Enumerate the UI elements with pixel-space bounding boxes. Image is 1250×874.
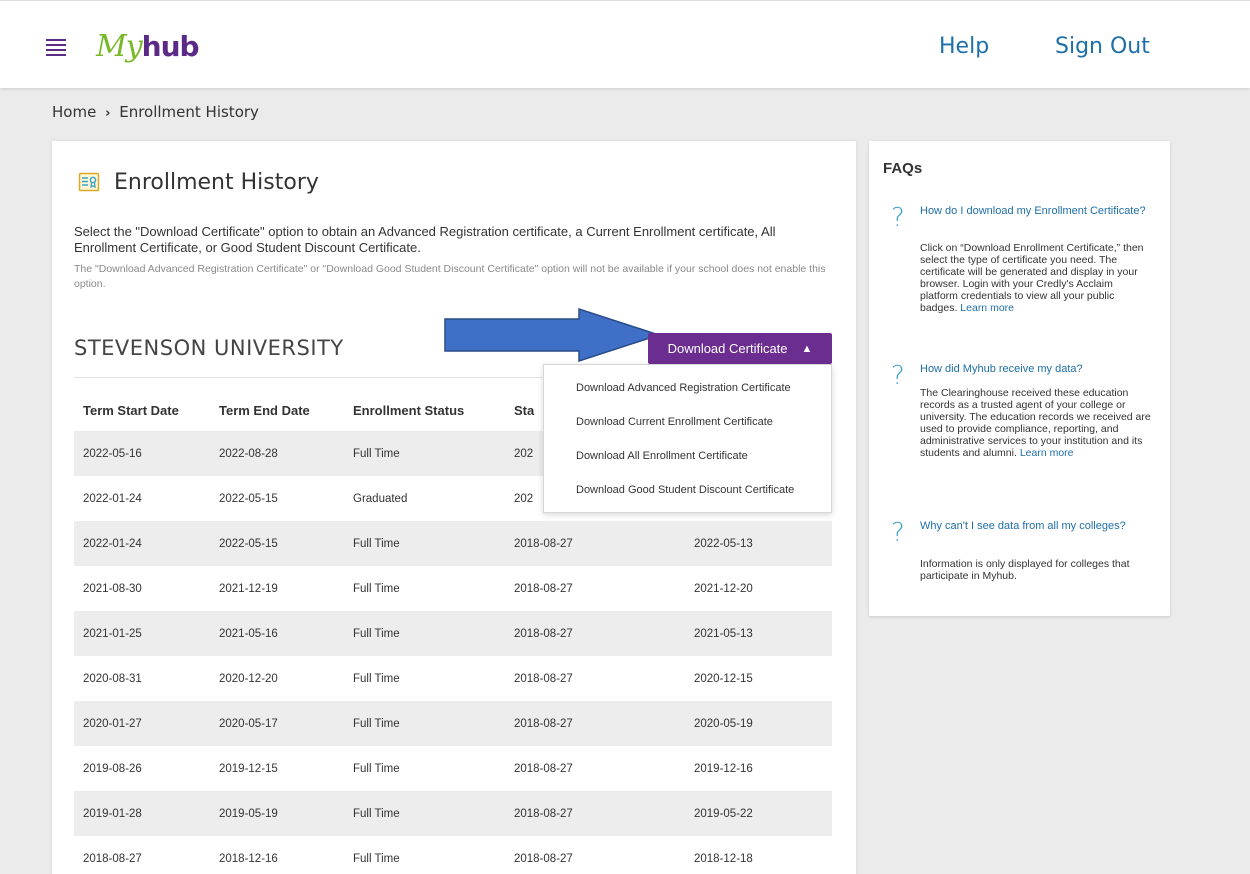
cell-status-end: 2020-12-15 xyxy=(694,672,753,685)
table-row: 2019-01-28 2019-05-19 Full Time 2018-08-… xyxy=(74,791,832,836)
column-header-term-end[interactable]: Term End Date xyxy=(219,403,353,418)
cell-term-end: 2021-05-16 xyxy=(219,627,278,640)
cell-enrollment-status: Graduated xyxy=(353,492,408,505)
menu-item-good-student-discount[interactable]: Download Good Student Discount Certifica… xyxy=(544,473,831,507)
menu-item-advanced-registration[interactable]: Download Advanced Registration Certifica… xyxy=(544,371,831,405)
logo-hub-text: hub xyxy=(141,30,200,63)
faq-answer: The Clearinghouse received these educati… xyxy=(920,387,1152,459)
cell-enrollment-status: Full Time xyxy=(353,537,400,550)
cell-term-end: 2021-12-19 xyxy=(219,582,278,595)
question-mark-icon: ? xyxy=(891,361,905,391)
cell-status-start: 2018-08-27 xyxy=(514,627,573,640)
table-row: 2021-01-25 2021-05-16 Full Time 2018-08-… xyxy=(74,611,832,656)
top-header: Myhub Help Sign Out xyxy=(0,0,1250,88)
cell-enrollment-status: Full Time xyxy=(353,627,400,640)
table-row: 2020-08-31 2020-12-20 Full Time 2018-08-… xyxy=(74,656,832,701)
cell-status-end: 2019-12-16 xyxy=(694,762,753,775)
cell-status-end: 2019-05-22 xyxy=(694,807,753,820)
cell-status-start: 2018-08-27 xyxy=(514,807,573,820)
cell-term-start: 2022-01-24 xyxy=(83,537,142,550)
document-certificate-icon xyxy=(78,172,100,191)
cell-term-start: 2019-08-26 xyxy=(83,762,142,775)
right-arrow-icon xyxy=(444,308,662,362)
chevron-up-icon: ▲ xyxy=(801,342,813,355)
myhub-logo[interactable]: Myhub xyxy=(96,29,200,69)
cell-enrollment-status: Full Time xyxy=(353,852,400,865)
cell-status-end: 2021-05-13 xyxy=(694,627,753,640)
cell-term-start: 2018-08-27 xyxy=(83,852,142,865)
cell-enrollment-status: Full Time xyxy=(353,582,400,595)
sign-out-link[interactable]: Sign Out xyxy=(1055,34,1150,59)
faq-title: FAQs xyxy=(883,160,923,177)
faq-answer: Click on “Download Enrollment Certificat… xyxy=(920,242,1152,314)
cell-status-start: 2018-08-27 xyxy=(514,852,573,865)
cell-term-end: 2022-05-15 xyxy=(219,537,278,550)
faq-panel: FAQs ? How do I download my Enrollment C… xyxy=(869,141,1170,616)
download-certificate-button[interactable]: Download Certificate ▲ xyxy=(648,333,832,364)
cell-status-end: 2020-05-19 xyxy=(694,717,753,730)
page-title: Enrollment History xyxy=(114,170,319,195)
cell-term-start: 2021-01-25 xyxy=(83,627,142,640)
cell-term-end: 2018-12-16 xyxy=(219,852,278,865)
help-link[interactable]: Help xyxy=(939,34,989,59)
cell-term-start: 2020-08-31 xyxy=(83,672,142,685)
certificate-dropdown-menu: Download Advanced Registration Certifica… xyxy=(543,364,832,513)
cell-term-start: 2020-01-27 xyxy=(83,717,142,730)
cell-status-start: 2018-08-27 xyxy=(514,762,573,775)
breadcrumb: Home › Enrollment History xyxy=(52,103,259,121)
cell-term-end: 2020-05-17 xyxy=(219,717,278,730)
menu-item-current-enrollment[interactable]: Download Current Enrollment Certificate xyxy=(544,405,831,439)
cell-enrollment-status: Full Time xyxy=(353,807,400,820)
table-row: 2021-08-30 2021-12-19 Full Time 2018-08-… xyxy=(74,566,832,611)
breadcrumb-home[interactable]: Home xyxy=(52,103,96,121)
availability-note: The "Download Advanced Registration Cert… xyxy=(74,263,826,290)
cell-enrollment-status: Full Time xyxy=(353,447,400,460)
cell-status-end: 2018-12-18 xyxy=(694,852,753,865)
table-row: 2019-08-26 2019-12-15 Full Time 2018-08-… xyxy=(74,746,832,791)
cell-term-start: 2021-08-30 xyxy=(83,582,142,595)
faq-question[interactable]: How did Myhub receive my data? xyxy=(920,363,1148,375)
column-header-term-start[interactable]: Term Start Date xyxy=(74,403,219,418)
learn-more-link[interactable]: Learn more xyxy=(960,302,1014,314)
chevron-right-icon: › xyxy=(105,106,111,121)
column-header-enrollment-status[interactable]: Enrollment Status xyxy=(353,403,514,418)
cell-status-end: 2022-05-13 xyxy=(694,537,753,550)
cell-term-start: 2022-01-24 xyxy=(83,492,142,505)
faq-question[interactable]: How do I download my Enrollment Certific… xyxy=(920,205,1148,217)
download-certificate-label: Download Certificate xyxy=(667,341,788,356)
cell-status-start: 2018-08-27 xyxy=(514,717,573,730)
faq-answer: Information is only displayed for colleg… xyxy=(920,558,1130,582)
cell-term-end: 2022-08-28 xyxy=(219,447,278,460)
faq-answer-text: Click on “Download Enrollment Certificat… xyxy=(920,242,1144,314)
table-row: 2020-01-27 2020-05-17 Full Time 2018-08-… xyxy=(74,701,832,746)
table-row: 2022-01-24 2022-05-15 Full Time 2018-08-… xyxy=(74,521,832,566)
cell-status-start: 2018-08-27 xyxy=(514,582,573,595)
cell-status-start: 2018-08-27 xyxy=(514,672,573,685)
breadcrumb-current: Enrollment History xyxy=(119,103,259,121)
instructions-text: Select the "Download Certificate" option… xyxy=(74,224,776,255)
learn-more-link[interactable]: Learn more xyxy=(1020,447,1074,459)
cell-term-start: 2019-01-28 xyxy=(83,807,142,820)
page-title-row: Enrollment History xyxy=(78,170,319,195)
menu-item-all-enrollment[interactable]: Download All Enrollment Certificate xyxy=(544,439,831,473)
cell-term-end: 2019-05-19 xyxy=(219,807,278,820)
cell-status-end: 2021-12-20 xyxy=(694,582,753,595)
cell-term-end: 2022-05-15 xyxy=(219,492,278,505)
cell-term-end: 2020-12-20 xyxy=(219,672,278,685)
cell-status-start: 2018-08-27 xyxy=(514,537,573,550)
cell-enrollment-status: Full Time xyxy=(353,762,400,775)
hamburger-menu-icon[interactable] xyxy=(46,39,66,56)
question-mark-icon: ? xyxy=(891,518,905,548)
cell-enrollment-status: Full Time xyxy=(353,672,400,685)
faq-question[interactable]: Why can't I see data from all my college… xyxy=(920,520,1148,532)
cell-enrollment-status: Full Time xyxy=(353,717,400,730)
question-mark-icon: ? xyxy=(891,203,905,233)
school-name: STEVENSON UNIVERSITY xyxy=(74,336,344,360)
table-row: 2018-08-27 2018-12-16 Full Time 2018-08-… xyxy=(74,836,832,874)
cell-term-end: 2019-12-15 xyxy=(219,762,278,775)
cell-term-start: 2022-05-16 xyxy=(83,447,142,460)
logo-my-text: My xyxy=(96,29,143,64)
